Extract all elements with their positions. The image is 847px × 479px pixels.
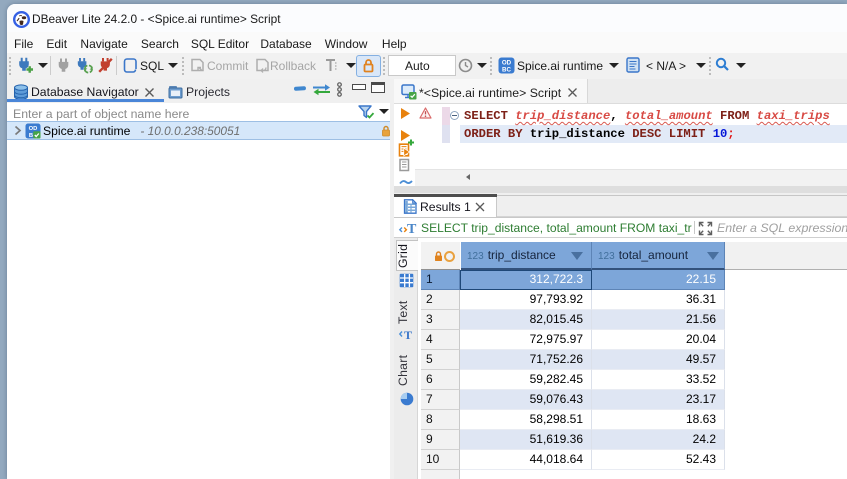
svg-text:OD: OD — [502, 60, 512, 67]
svg-text:T: T — [407, 222, 417, 235]
svg-text:BC: BC — [502, 67, 511, 74]
svg-text:T: T — [404, 328, 412, 342]
svg-text:B: B — [29, 133, 33, 139]
svg-text:OD: OD — [29, 126, 38, 132]
